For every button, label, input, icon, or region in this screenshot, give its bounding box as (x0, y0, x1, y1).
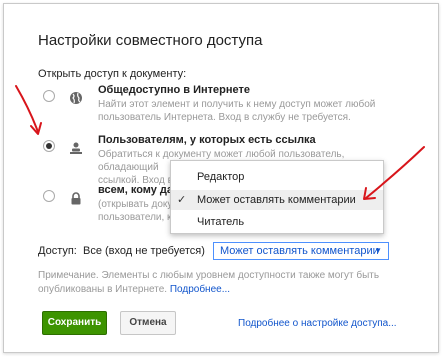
radio-public[interactable] (43, 90, 55, 102)
option-public-desc-line1: Найти этот элемент и получить к нему дос… (98, 99, 376, 110)
sharing-help-link[interactable]: Подробнее о настройке доступа... (238, 318, 397, 329)
option-public-title: Общедоступно в Интернете (98, 84, 250, 96)
access-level-menu: Редактор ✓ Может оставлять комментарии Ч… (170, 160, 384, 234)
globe-icon (69, 91, 83, 105)
menu-item-editor[interactable]: Редактор (171, 167, 383, 187)
note-text: Примечание. Элементы с любым уровнем дос… (38, 269, 418, 297)
access-visibility-value: Все (вход не требуется) (83, 245, 205, 257)
note-line1: Примечание. Элементы с любым уровнем дос… (38, 270, 380, 281)
section-label: Открыть доступ к документу: (38, 68, 187, 80)
checkmark-icon: ✓ (177, 194, 187, 206)
access-label: Доступ: (38, 245, 77, 257)
note-more-link[interactable]: Подробнее... (170, 284, 230, 295)
menu-item-commenter-label: Может оставлять комментарии (197, 194, 356, 206)
lock-icon (70, 192, 84, 206)
cancel-button[interactable]: Отмена (120, 311, 176, 335)
save-button[interactable]: Сохранить (42, 311, 107, 335)
note-line2: опубликованы в Интернете. Подробнее... (38, 283, 418, 297)
menu-item-viewer-label: Читатель (197, 216, 245, 228)
access-level-dropdown[interactable]: Может оставлять комментарии ▼ (213, 242, 389, 260)
option-public-desc-line2: пользователь Интернета. Вход в службу не… (98, 112, 351, 123)
menu-item-viewer[interactable]: Читатель (171, 212, 383, 232)
radio-anyone-with-link[interactable] (43, 140, 55, 152)
people-icon (69, 141, 83, 155)
access-level-value: Может оставлять комментарии (220, 245, 379, 257)
menu-item-editor-label: Редактор (197, 171, 245, 183)
radio-specific-people[interactable] (43, 190, 55, 202)
option-public-desc: Найти этот элемент и получить к нему дос… (98, 98, 388, 124)
menu-item-commenter[interactable]: ✓ Может оставлять комментарии (171, 190, 383, 210)
note-line2-text: опубликованы в Интернете. (38, 284, 168, 295)
dropdown-arrow-icon: ▼ (374, 246, 382, 255)
option-link-title: Пользователям, у которых есть ссылка (98, 134, 316, 146)
dialog-title: Настройки совместного доступа (38, 32, 263, 49)
option-specific-title: всем, кому дан (98, 184, 180, 196)
